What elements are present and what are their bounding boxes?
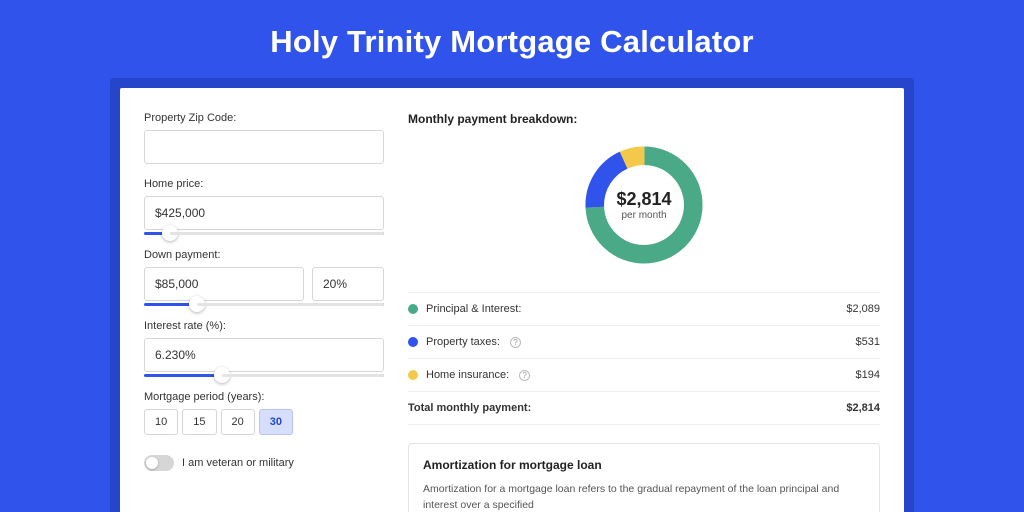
- inputs-column: Property Zip Code: Home price: Down paym…: [144, 112, 384, 512]
- price-input[interactable]: [144, 196, 384, 230]
- dot-icon: [408, 370, 418, 380]
- down-slider-thumb[interactable]: [189, 296, 205, 312]
- breakdown-title: Monthly payment breakdown:: [408, 112, 880, 126]
- donut-center: $2,814 per month: [579, 140, 709, 270]
- zip-field: Property Zip Code:: [144, 112, 384, 164]
- donut-total-value: $2,814: [616, 189, 671, 210]
- panel-shadow: Property Zip Code: Home price: Down paym…: [110, 78, 914, 512]
- period-button-30[interactable]: 30: [259, 409, 293, 435]
- period-field: Mortgage period (years): 10 15 20 30: [144, 391, 384, 435]
- amortization-title: Amortization for mortgage loan: [423, 458, 865, 472]
- price-slider-thumb[interactable]: [162, 225, 178, 241]
- dot-icon: [408, 304, 418, 314]
- donut-chart: $2,814 per month: [579, 140, 709, 270]
- down-amount-input[interactable]: [144, 267, 304, 301]
- rate-input[interactable]: [144, 338, 384, 372]
- legend-row-taxes: Property taxes: ? $531: [408, 326, 880, 359]
- donut-total-sub: per month: [621, 210, 666, 221]
- veteran-row: I am veteran or military: [144, 455, 384, 471]
- amortization-box: Amortization for mortgage loan Amortizat…: [408, 443, 880, 512]
- legend-label: Principal & Interest:: [426, 303, 521, 315]
- dot-icon: [408, 337, 418, 347]
- price-field: Home price:: [144, 178, 384, 235]
- legend-row-insurance: Home insurance: ? $194: [408, 359, 880, 392]
- rate-field: Interest rate (%):: [144, 320, 384, 377]
- down-label: Down payment:: [144, 249, 384, 261]
- price-label: Home price:: [144, 178, 384, 190]
- legend-row-total: Total monthly payment: $2,814: [408, 392, 880, 425]
- legend-label: Property taxes:: [426, 336, 500, 348]
- legend-total-value: $2,814: [846, 402, 880, 414]
- legend-label: Home insurance:: [426, 369, 509, 381]
- rate-label: Interest rate (%):: [144, 320, 384, 332]
- info-icon[interactable]: ?: [510, 337, 521, 348]
- price-slider[interactable]: [144, 232, 384, 235]
- calculator-panel: Property Zip Code: Home price: Down paym…: [120, 88, 904, 512]
- page-title: Holy Trinity Mortgage Calculator: [0, 0, 1024, 78]
- period-button-15[interactable]: 15: [182, 409, 216, 435]
- amortization-text: Amortization for a mortgage loan refers …: [423, 482, 865, 512]
- zip-label: Property Zip Code:: [144, 112, 384, 124]
- rate-slider[interactable]: [144, 374, 384, 377]
- zip-input[interactable]: [144, 130, 384, 164]
- period-button-group: 10 15 20 30: [144, 409, 384, 435]
- period-button-20[interactable]: 20: [221, 409, 255, 435]
- results-column: Monthly payment breakdown: $2,814 per mo…: [408, 112, 880, 512]
- veteran-label: I am veteran or military: [182, 457, 294, 469]
- down-percent-input[interactable]: [312, 267, 384, 301]
- legend: Principal & Interest: $2,089 Property ta…: [408, 292, 880, 425]
- period-button-10[interactable]: 10: [144, 409, 178, 435]
- legend-row-principal: Principal & Interest: $2,089: [408, 293, 880, 326]
- legend-value: $531: [856, 336, 880, 348]
- info-icon[interactable]: ?: [519, 370, 530, 381]
- rate-slider-thumb[interactable]: [214, 367, 230, 383]
- down-slider[interactable]: [144, 303, 384, 306]
- legend-value: $2,089: [846, 303, 880, 315]
- donut-chart-wrap: $2,814 per month: [408, 140, 880, 270]
- legend-value: $194: [856, 369, 880, 381]
- legend-total-label: Total monthly payment:: [408, 402, 531, 414]
- period-label: Mortgage period (years):: [144, 391, 384, 403]
- down-field: Down payment:: [144, 249, 384, 306]
- veteran-toggle[interactable]: [144, 455, 174, 471]
